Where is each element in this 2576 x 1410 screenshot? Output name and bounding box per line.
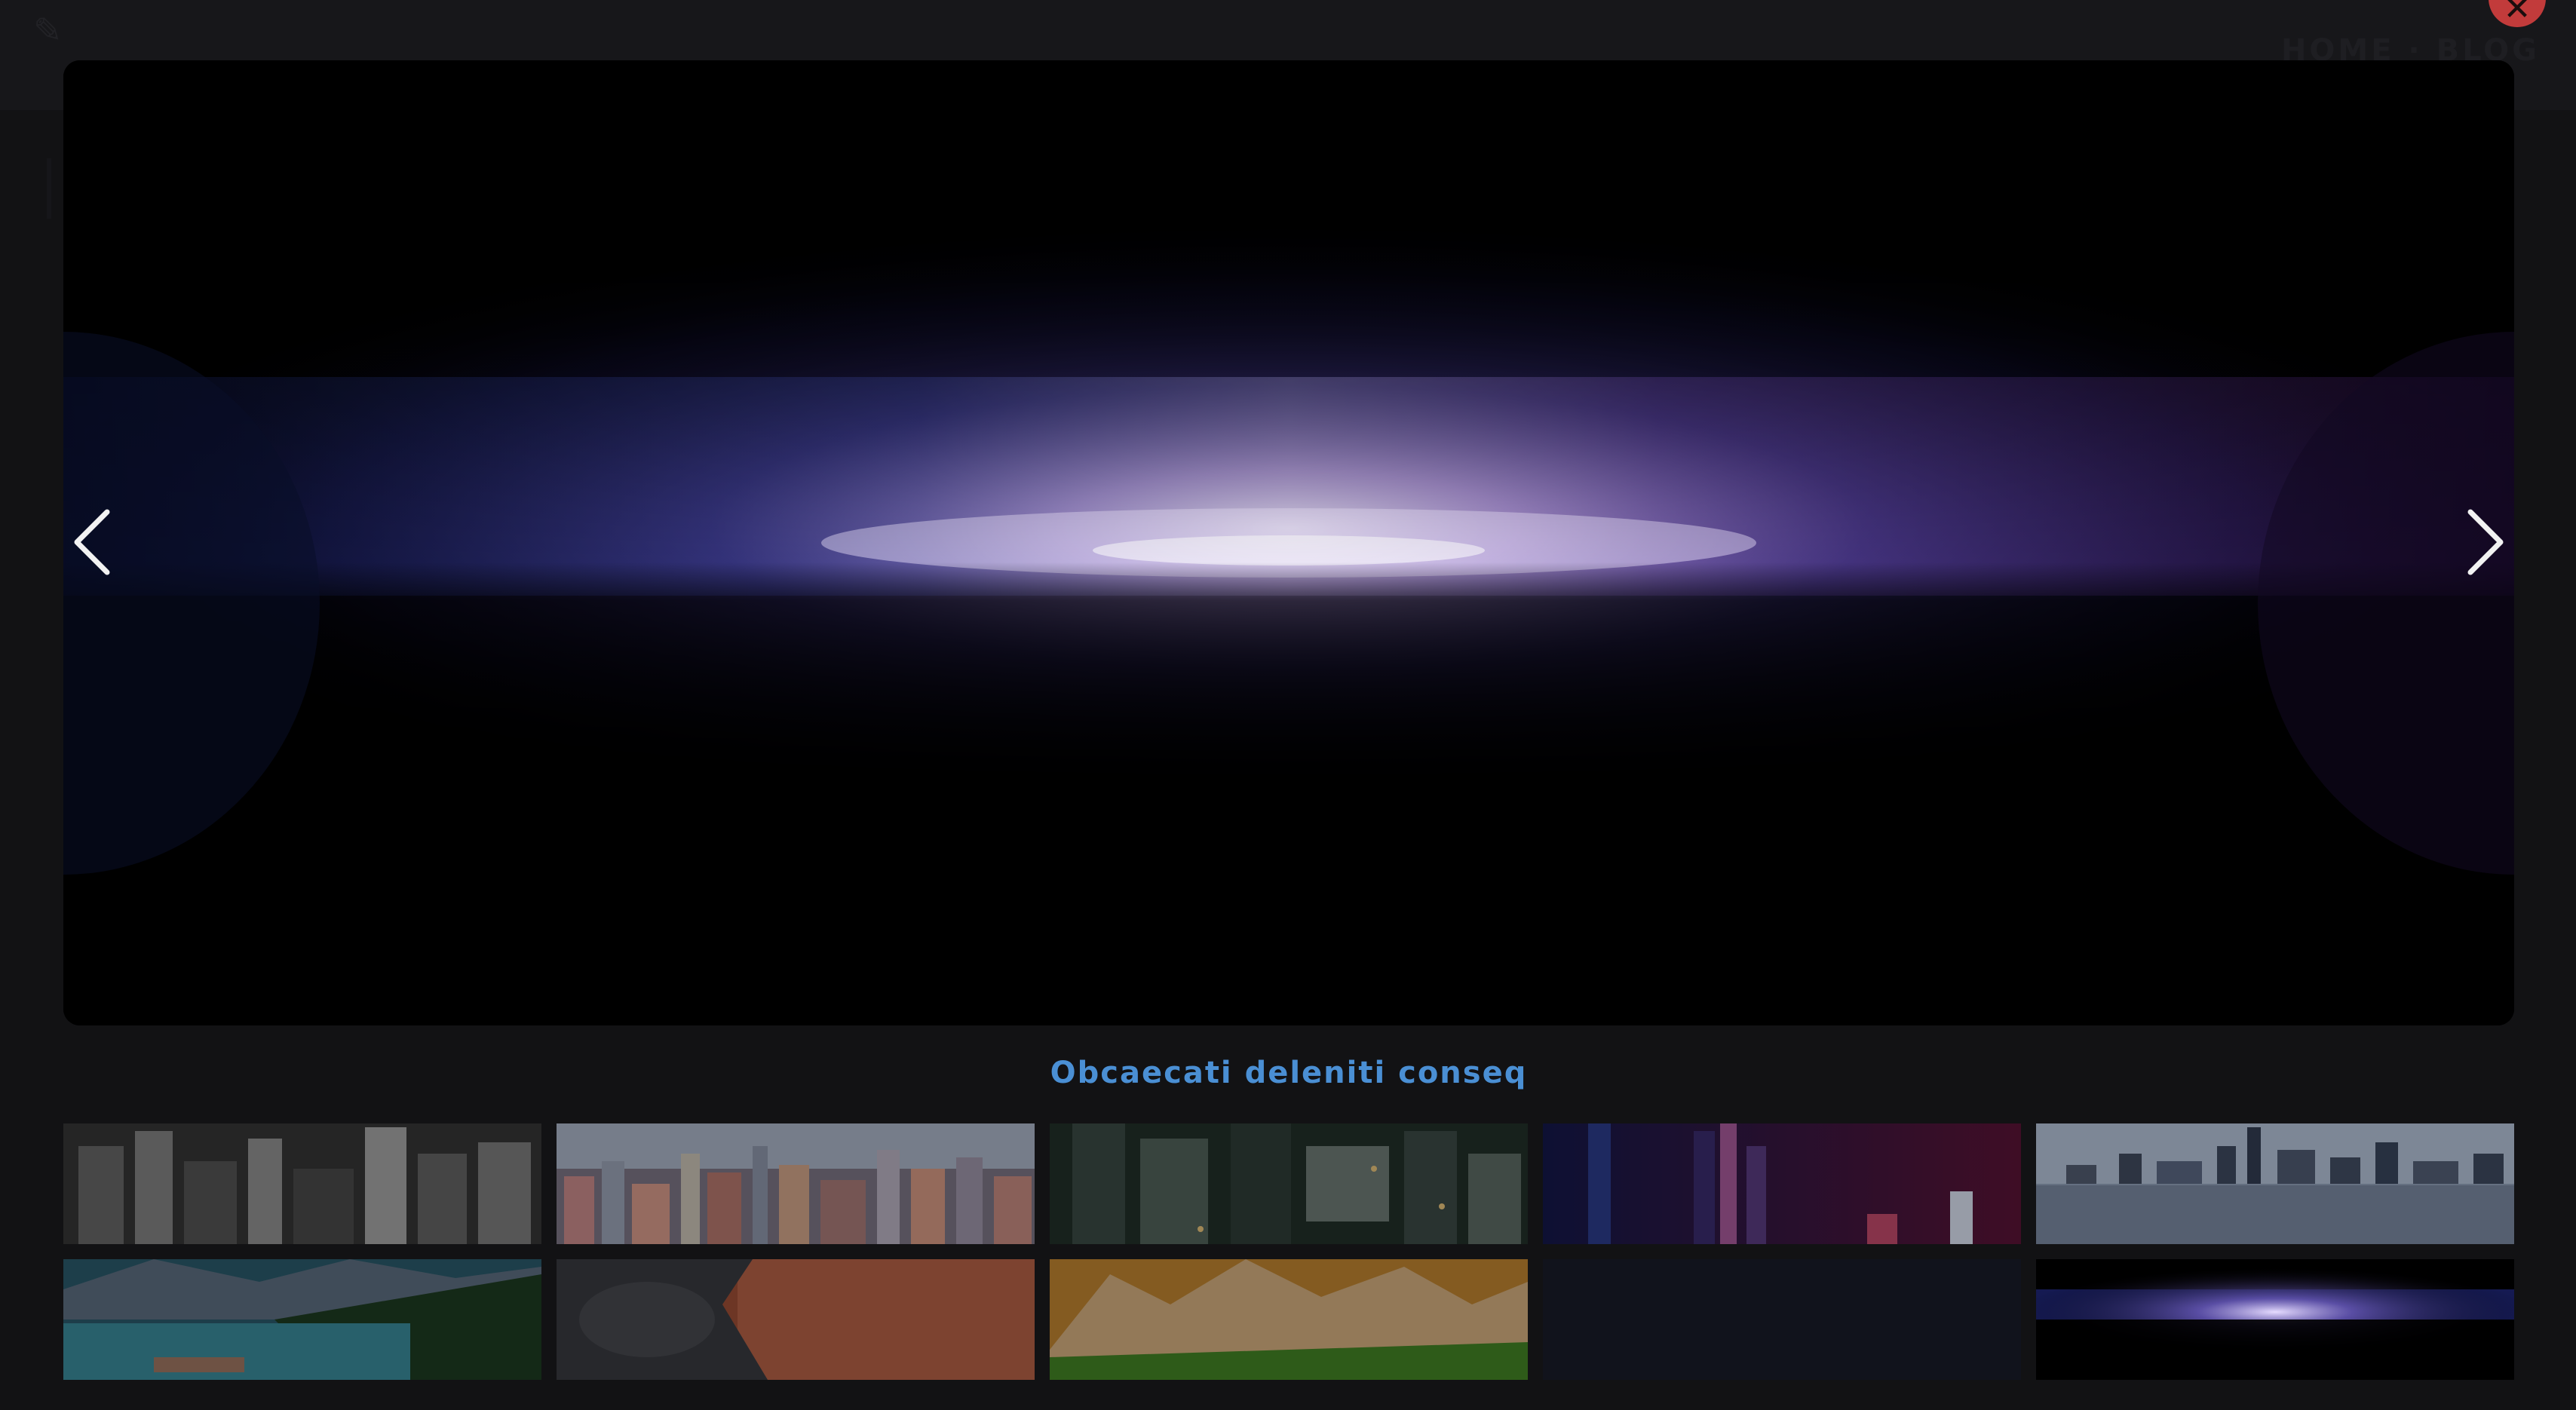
- lightbox-main-image: [63, 60, 2514, 1025]
- chevron-left-icon: [74, 509, 110, 575]
- thumb-skyscrapers-night-purple[interactable]: [1543, 1123, 2021, 1244]
- thumb-manhattan-skyline-reflection[interactable]: [2036, 1123, 2514, 1244]
- content-divider: [47, 158, 51, 219]
- horizon-glow-image: [63, 60, 2514, 1025]
- thumb-bw-city-aerial[interactable]: [63, 1123, 541, 1244]
- prev-image-button[interactable]: [63, 494, 161, 592]
- next-image-button[interactable]: [2416, 494, 2514, 592]
- thumb-horizon-glow[interactable]: [2036, 1259, 2514, 1380]
- thumb-dolomites-mountains[interactable]: [1050, 1259, 1528, 1380]
- thumb-city-rooftops-night[interactable]: [1050, 1123, 1528, 1244]
- close-icon: ✕: [2503, 0, 2532, 28]
- brush-icon: ✎: [33, 10, 63, 51]
- thumb-mountain-lake[interactable]: [63, 1259, 541, 1380]
- chevron-right-icon: [2467, 509, 2504, 575]
- thumb-dark-blank[interactable]: [1543, 1259, 2021, 1380]
- thumb-hong-kong-skyline[interactable]: [557, 1123, 1035, 1244]
- thumb-rocks-sunset-water[interactable]: [557, 1259, 1035, 1380]
- image-caption: Obcaecati deleniti conseq: [1050, 1056, 1528, 1090]
- thumbnail-strip: [63, 1123, 2514, 1380]
